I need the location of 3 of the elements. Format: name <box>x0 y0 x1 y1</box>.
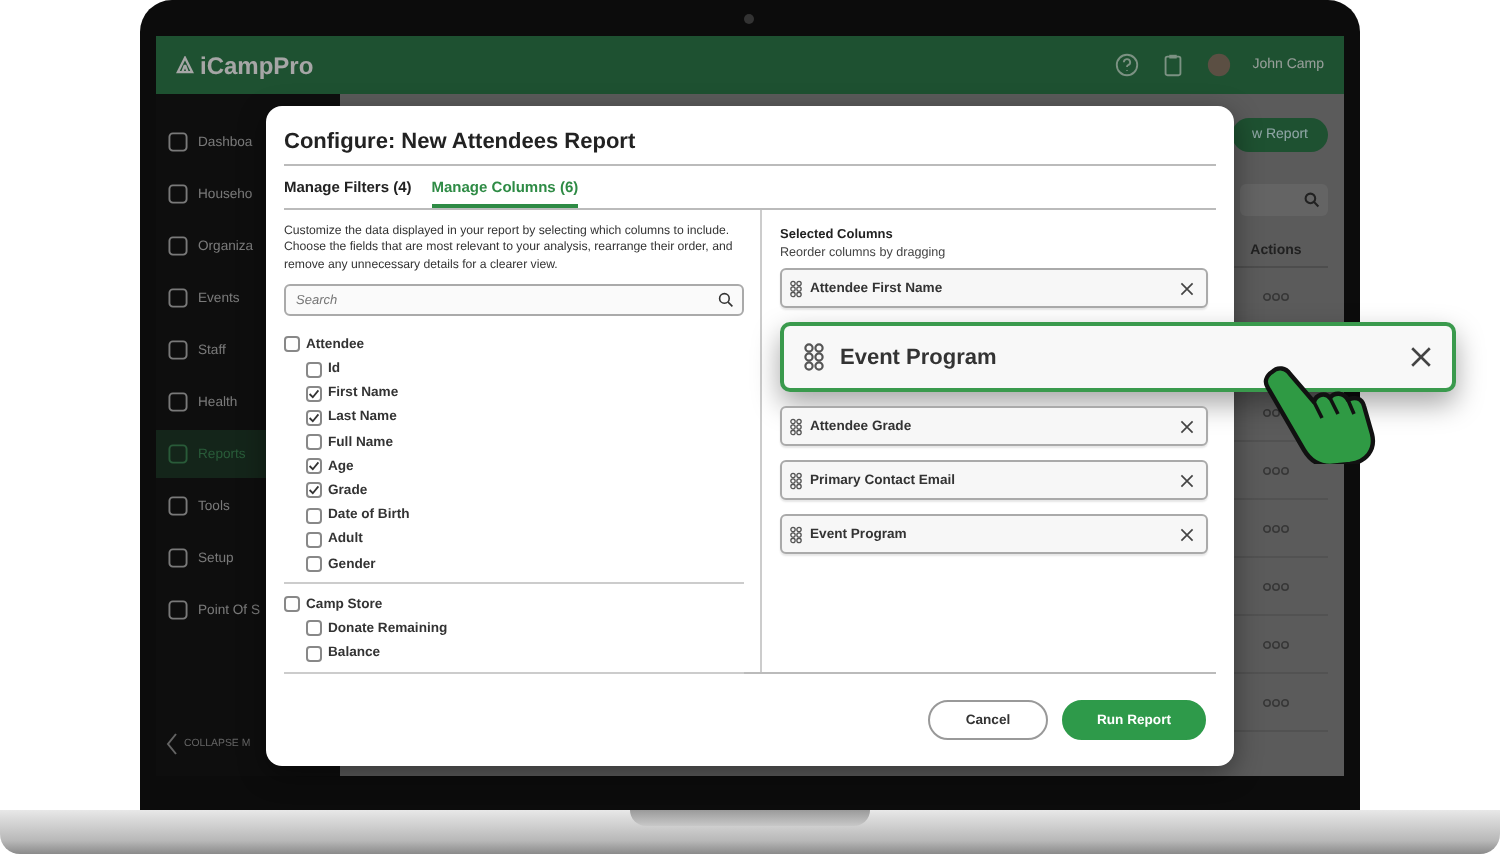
dialog-title: Configure: New Attendees Report <box>284 106 1216 166</box>
app-logo: iCampPro <box>200 51 314 79</box>
dragged-column-chip[interactable]: Event Program <box>780 322 1456 392</box>
